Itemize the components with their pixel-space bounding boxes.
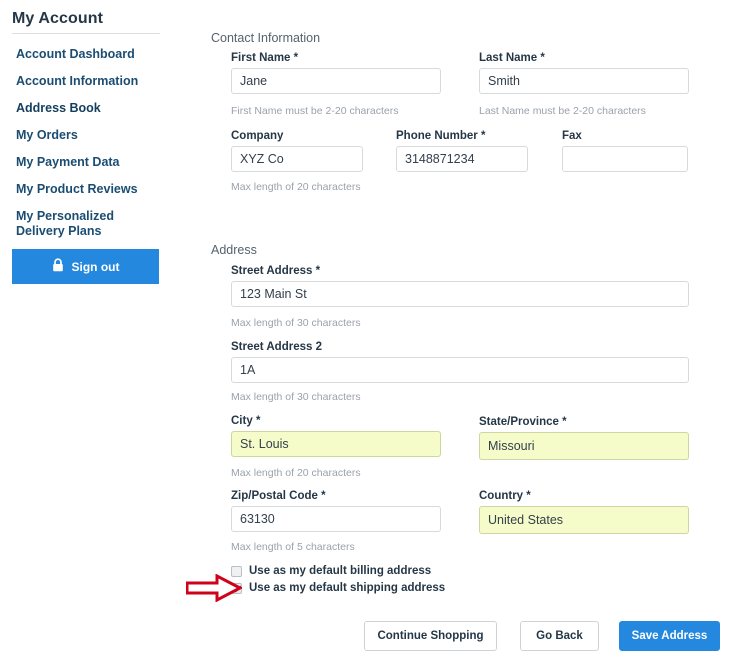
zip-postal-code-input[interactable] [231, 506, 441, 532]
city-hint: Max length of 20 characters [231, 467, 361, 479]
sidebar-item-my-product-reviews[interactable]: My Product Reviews [16, 176, 194, 203]
fax-input[interactable] [562, 146, 688, 172]
company-label: Company [231, 130, 284, 142]
required-asterisk: * [562, 416, 567, 428]
sidebar-item-my-personalized-delivery-plans[interactable]: My Personalized Delivery Plans [16, 203, 166, 246]
phone-number-input[interactable] [396, 146, 528, 172]
required-asterisk: * [540, 52, 545, 64]
city-input[interactable] [231, 431, 441, 457]
sidebar-item-my-orders[interactable]: My Orders [16, 122, 194, 149]
first-name-label: First Name * [231, 52, 299, 64]
save-address-button[interactable]: Save Address [619, 621, 720, 651]
first-name-hint: First Name must be 2-20 characters [231, 105, 399, 117]
default-billing-address-label[interactable]: Use as my default billing address [249, 565, 431, 577]
street-address-input[interactable] [231, 281, 689, 307]
sidebar-item-my-payment-data[interactable]: My Payment Data [16, 149, 194, 176]
sidebar-item-address-book[interactable]: Address Book [16, 95, 194, 122]
required-asterisk: * [315, 265, 321, 277]
state-province-input[interactable] [479, 432, 689, 460]
state-province-label: State/Province * [479, 416, 567, 428]
street-address-label: Street Address * [231, 265, 321, 277]
last-name-input[interactable] [479, 68, 689, 94]
fax-label: Fax [562, 130, 582, 142]
company-hint: Max length of 20 characters [231, 181, 361, 193]
phone-number-label: Phone Number * [396, 130, 486, 142]
required-asterisk: * [321, 490, 326, 502]
street-address-2-label: Street Address 2 [231, 341, 322, 353]
city-label: City * [231, 415, 261, 427]
zip-postal-code-hint: Max length of 5 characters [231, 541, 355, 553]
required-asterisk: * [293, 52, 299, 64]
company-input[interactable] [231, 146, 363, 172]
company-field: Company [231, 130, 363, 172]
title-divider [12, 33, 160, 34]
state-province-field: State/Province * [479, 416, 689, 460]
first-name-input[interactable] [231, 68, 441, 94]
country-input[interactable] [479, 506, 689, 534]
go-back-button[interactable]: Go Back [520, 621, 599, 651]
fax-field: Fax [562, 130, 688, 172]
first-name-field: First Name * [231, 52, 441, 94]
zip-postal-code-label: Zip/Postal Code * [231, 490, 326, 502]
sign-out-button[interactable]: Sign out [12, 249, 159, 284]
red-arrow-annotation [185, 573, 244, 607]
required-asterisk: * [255, 415, 261, 427]
last-name-hint: Last Name must be 2-20 characters [479, 105, 646, 117]
account-nav: Account Dashboard Account Information Ad… [16, 41, 194, 246]
address-book-page: My Account Account Dashboard Account Inf… [0, 0, 736, 664]
city-field: City * [231, 415, 441, 457]
sidebar-item-account-dashboard[interactable]: Account Dashboard [16, 41, 194, 68]
street-address-2-field: Street Address 2 [231, 341, 689, 383]
account-sidebar: My Account Account Dashboard Account Inf… [0, 0, 200, 664]
country-field: Country * [479, 490, 689, 534]
street-address-hint: Max length of 30 characters [231, 317, 361, 329]
page-title: My Account [12, 10, 104, 27]
zip-postal-code-field: Zip/Postal Code * [231, 490, 441, 532]
address-form: Contact Information First Name * First N… [200, 0, 736, 664]
phone-number-field: Phone Number * [396, 130, 528, 172]
continue-shopping-button[interactable]: Continue Shopping [364, 621, 497, 651]
sign-out-label: Sign out [71, 259, 120, 274]
default-shipping-address-label[interactable]: Use as my default shipping address [249, 582, 445, 594]
last-name-field: Last Name * [479, 52, 689, 94]
required-asterisk: * [481, 130, 486, 142]
required-asterisk: * [526, 490, 531, 502]
country-label: Country * [479, 490, 531, 502]
street-address-field: Street Address * [231, 265, 689, 307]
street-address-2-hint: Max length of 30 characters [231, 391, 361, 403]
contact-information-heading: Contact Information [211, 31, 321, 45]
sidebar-item-account-information[interactable]: Account Information [16, 68, 194, 95]
address-heading: Address [211, 243, 257, 257]
default-billing-address-row[interactable]: Use as my default billing address [231, 565, 431, 577]
street-address-2-input[interactable] [231, 357, 689, 383]
last-name-label: Last Name * [479, 52, 545, 64]
lock-icon [52, 258, 64, 275]
default-shipping-address-row[interactable]: Use as my default shipping address [231, 582, 445, 594]
